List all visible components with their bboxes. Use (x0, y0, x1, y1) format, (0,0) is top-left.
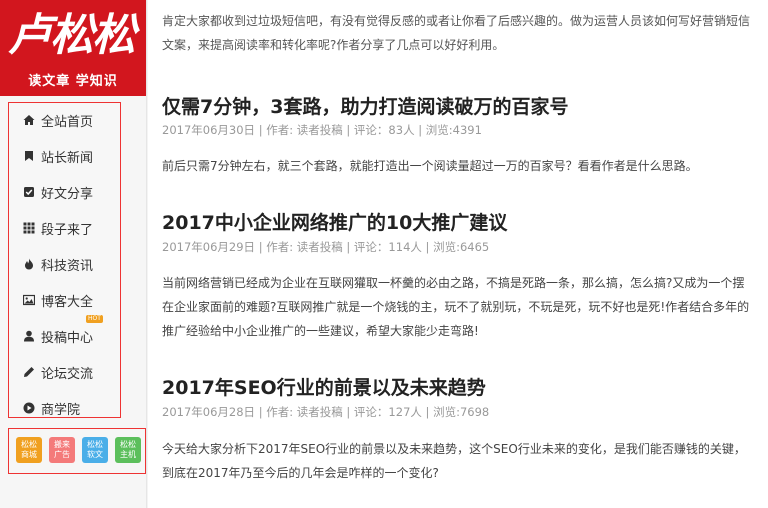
nav-item-submit[interactable]: 投稿中心 HOT (9, 315, 120, 353)
nav-label: 站长新闻 (41, 150, 94, 166)
nav-label: 博客大全 (41, 294, 94, 310)
nav-label: 全站首页 (41, 114, 94, 130)
nav-item-share[interactable]: 好文分享 (9, 175, 120, 209)
home-icon (23, 114, 35, 126)
nav-item-jokes[interactable]: 段子来了 (9, 211, 120, 245)
site-logo[interactable]: 卢松松 读文章 学知识 (0, 0, 146, 96)
logo-slogan: 读文章 学知识 (28, 74, 118, 89)
nav-item-forum[interactable]: 论坛交流 (9, 355, 120, 389)
nav-item-tech[interactable]: 科技资讯 (9, 247, 120, 281)
article-summary: 前后只需7分钟左右，就三个套路，就能打造出一个阅读量超过一万的百家号？看看作者是… (162, 159, 698, 173)
article-title-link[interactable]: 仅需7分钟，3套路，助力打造阅读破万的百家号 (162, 94, 568, 120)
nav-label: 科技资讯 (41, 258, 94, 274)
nav-item-home[interactable]: 全站首页 (9, 103, 120, 137)
play-circle-icon (23, 402, 35, 414)
grid-icon (23, 222, 35, 234)
app-softarticle-button[interactable]: 松松软文 (82, 437, 108, 463)
user-icon (23, 330, 35, 342)
sidebar: 卢松松 读文章 学知识 全站首页 站长新闻 好文分享 段子来了 科技资讯 博客大… (0, 0, 147, 508)
article-summary: 当前网络营销已经成为企业在互联网獾取一杯羹的必由之路，不搞是死路一条，那么搞，怎… (162, 276, 750, 338)
check-square-icon (23, 186, 35, 198)
article-meta: 2017年06月28日 | 作者: 读者投稿 | 评论：127人 | 浏览:76… (162, 405, 490, 419)
nav-item-academy[interactable]: 商学院 (9, 391, 120, 425)
article-summary: 今天给大家分析下2017年SEO行业的前景以及未来趋势，这个SEO行业未来的变化… (162, 442, 746, 480)
article-meta: 2017年06月29日 | 作者: 读者投稿 | 评论：114人 | 浏览:64… (162, 240, 490, 254)
app-mall-button[interactable]: 松松商城 (16, 437, 42, 463)
app-hosting-button[interactable]: 松松主机 (115, 437, 141, 463)
article-summary: 肯定大家都收到过垃圾短信吧，有没有觉得反感的或者让你看了后感兴趣的。做为运营人员… (162, 14, 751, 52)
nav-label: 商学院 (41, 402, 81, 418)
fire-icon (23, 258, 35, 270)
nav-label: 好文分享 (41, 186, 94, 202)
article-meta: 2017年06月30日 | 作者: 读者投稿 | 评论：83人 | 浏览:439… (162, 123, 482, 137)
logo-brand: 卢松松 (8, 10, 136, 61)
nav-item-news[interactable]: 站长新闻 (9, 139, 120, 173)
nav-item-blogs[interactable]: 博客大全 (9, 283, 120, 317)
bookmark-icon (23, 150, 35, 162)
nav-label: 投稿中心 (41, 330, 94, 346)
image-icon (23, 294, 35, 306)
article-list: 肯定大家都收到过垃圾短信吧，有没有觉得反感的或者让你看了后感兴趣的。做为运营人员… (148, 0, 768, 508)
nav-label: 段子来了 (41, 222, 94, 238)
article-title-link[interactable]: 2017年SEO行业的前景以及未来趋势 (162, 375, 486, 401)
pencil-icon (23, 366, 35, 378)
side-nav: 全站首页 站长新闻 好文分享 段子来了 科技资讯 博客大全 投稿中心 HOT 论… (8, 102, 121, 418)
article-title-link[interactable]: 2017中小企业网络推广的10大推广建议 (162, 210, 507, 236)
app-ads-button[interactable]: 搬来广告 (49, 437, 75, 463)
nav-label: 论坛交流 (41, 366, 94, 382)
app-shortcuts: 松松商城 搬来广告 松松软文 松松主机 (8, 428, 146, 474)
hot-badge: HOT (86, 315, 103, 323)
